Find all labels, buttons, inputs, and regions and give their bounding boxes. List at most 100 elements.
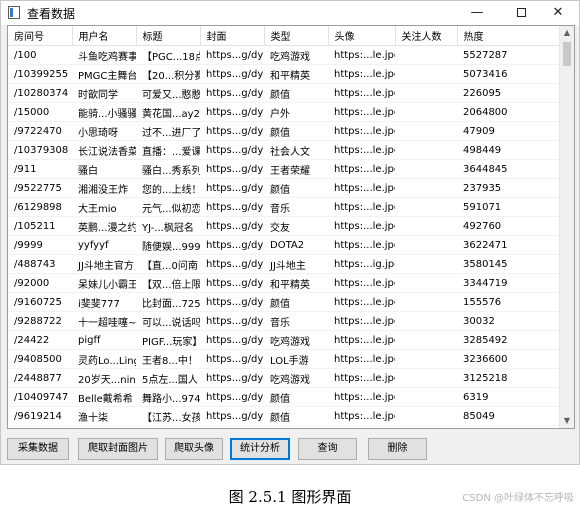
heat-cell[interactable]: 3344719 [457, 273, 561, 293]
table-row[interactable]: /9999yyfyyf随便娱...9999https...g/dy1DOTA2h… [8, 235, 561, 255]
minimize-button[interactable]: — [456, 1, 498, 25]
room-id-cell[interactable]: /100 [8, 45, 72, 65]
type-cell[interactable]: 颜值 [264, 178, 328, 198]
avatar-cell[interactable]: https:...le.jpg [328, 349, 395, 369]
followers-cell[interactable] [395, 235, 457, 255]
room-id-cell[interactable]: /6129898 [8, 197, 72, 217]
followers-cell[interactable] [395, 216, 457, 236]
table-row[interactable]: /2448877 20岁天...ning 5点左...国人 https...g/dy1… [8, 368, 561, 388]
username-cell[interactable]: pigff [72, 330, 136, 350]
scroll-down-arrow[interactable]: ▼ [560, 414, 574, 428]
column-header-heat[interactable]: 热度 [457, 26, 562, 46]
table-row[interactable]: /9619214 渔十柒 【江苏...女孩 https...g/dy1 颜值 https:… [8, 406, 561, 426]
avatar-cell[interactable]: https:...le.jpg [328, 45, 395, 65]
type-cell[interactable]: 颜值 [264, 83, 328, 103]
type-cell[interactable]: 颜值 [264, 121, 328, 141]
table-row[interactable]: /10379308 长江说法香菜 直播：...爱课 https...g/dy1 社会人文… [8, 140, 561, 160]
room-id-cell[interactable]: /10409747 [8, 387, 72, 407]
room-id-cell[interactable]: /24422 [8, 330, 72, 350]
avatar-cell[interactable]: https:...le.jpg [328, 330, 395, 350]
close-button[interactable]: ✕ [537, 1, 579, 25]
type-cell[interactable]: 音乐 [264, 197, 328, 217]
room-id-cell[interactable]: /9999 [8, 235, 72, 255]
username-cell[interactable]: 湘湘没王炸 [72, 178, 136, 198]
cover-cell[interactable]: https...g/dy1 [200, 45, 264, 65]
column-header-avatar[interactable]: 头像 [328, 26, 396, 46]
username-cell[interactable]: 十一超哇噻~ [72, 311, 136, 331]
room-id-cell[interactable]: /92000 [8, 273, 72, 293]
title-cell[interactable]: 随便娱...9999 [136, 235, 200, 255]
heat-cell[interactable]: 3285492 [457, 330, 561, 350]
avatar-cell[interactable]: https:...le.jpg [328, 140, 395, 160]
table-row[interactable]: /911 骚白 骚白...秀系列 https...g/dy1 王者荣耀 https:...… [8, 159, 561, 179]
heat-cell[interactable]: 3236600 [457, 349, 561, 369]
title-cell[interactable]: 【江苏...女孩 [136, 406, 200, 426]
avatar-cell[interactable]: https:...le.jpg [328, 368, 395, 388]
heat-cell[interactable]: 591071 [457, 197, 561, 217]
heat-cell[interactable]: 5527287 [457, 45, 561, 65]
username-cell[interactable]: 呆妹儿小霸王 [72, 273, 136, 293]
avatar-cell[interactable]: https:...ig.jpg [328, 254, 395, 274]
username-cell[interactable]: 能骑...小骚骚 [72, 102, 136, 122]
cover-cell[interactable]: https...g/dy1 [200, 235, 264, 255]
table-row[interactable]: /9288722 十一超哇噻~ 可以...说话吗 https...g/dy1 音乐 htt… [8, 311, 561, 331]
avatar-cell[interactable]: https:...le.jpg [328, 102, 395, 122]
username-cell[interactable]: 灵药Lo...Ling [72, 349, 136, 369]
query-button[interactable]: 查询 [298, 438, 357, 460]
delete-button[interactable]: 删除 [368, 438, 427, 460]
column-header-room-id[interactable]: 房间号 [8, 26, 73, 46]
avatar-cell[interactable]: https:...le.jpg [328, 159, 395, 179]
cover-cell[interactable]: https...g/dy1 [200, 140, 264, 160]
username-cell[interactable]: 斗鱼吃鸡赛事 [72, 45, 136, 65]
cover-cell[interactable]: https...g/dy1 [200, 425, 264, 428]
column-header-cover[interactable]: 封面 [200, 26, 265, 46]
avatar-cell[interactable]: https:...le.jpg [328, 83, 395, 103]
cover-cell[interactable]: https...g/dy1 [200, 64, 264, 84]
title-cell[interactable]: 【20...积分赛 [136, 64, 200, 84]
table-row[interactable]: /6129898 大王mio 元气...似初恋 https...g/dy1 音乐 http… [8, 197, 561, 217]
followers-cell[interactable] [395, 140, 457, 160]
followers-cell[interactable] [395, 292, 457, 312]
title-cell[interactable]: 【PGC...18点 [136, 45, 200, 65]
collect-data-button[interactable]: 采集数据 [7, 438, 69, 460]
vertical-scrollbar[interactable]: ▲ ▼ [559, 26, 574, 428]
cover-cell[interactable]: https...g/dy1 [200, 254, 264, 274]
room-id-cell[interactable]: /288016 [8, 425, 72, 428]
followers-cell[interactable] [395, 273, 457, 293]
title-cell[interactable]: 可以...说话吗 [136, 311, 200, 331]
heat-cell[interactable]: 492760 [457, 216, 561, 236]
avatar-cell[interactable]: https:...le.jpg [328, 292, 395, 312]
table-row[interactable]: /488743 JJ斗地主官方 【直...0问南 https...g/dy1 JJ斗地主… [8, 254, 561, 274]
cover-cell[interactable]: https...g/dy1 [200, 292, 264, 312]
type-cell[interactable]: 吃鸡游戏 [264, 330, 328, 350]
username-cell[interactable]: i斐斐777 [72, 292, 136, 312]
type-cell[interactable]: 和平精英 [264, 273, 328, 293]
cover-cell[interactable]: https...g/dy1 [200, 311, 264, 331]
heat-cell[interactable]: 3580145 [457, 254, 561, 274]
avatar-cell[interactable]: https:...le.jpg [328, 121, 395, 141]
title-cell[interactable]: 5点左...国人 [136, 368, 200, 388]
cover-cell[interactable]: https...g/dy1 [200, 178, 264, 198]
room-id-cell[interactable]: /15000 [8, 102, 72, 122]
type-cell[interactable]: 和平精英 [264, 64, 328, 84]
type-cell[interactable]: JJ斗地主 [264, 254, 328, 274]
followers-cell[interactable] [395, 330, 457, 350]
table-row[interactable]: /9160725 i斐斐777 比封面...725 https...g/dy1 颜值 ht… [8, 292, 561, 312]
statistics-button[interactable]: 统计分析 [230, 438, 290, 460]
table-row[interactable]: /9522775 湘湘没王炸 您的...上线！ https...g/dy1 颜值 http… [8, 178, 561, 198]
type-cell[interactable]: 吃鸡游戏 [264, 368, 328, 388]
room-id-cell[interactable]: /10399255 [8, 64, 72, 84]
data-table-view[interactable]: 房间号 用户名 标题 封面 类型 头像 关注人数 热度 /100 斗鱼吃鸡赛事 【P… [7, 25, 575, 429]
heat-cell[interactable]: 2064800 [457, 102, 561, 122]
column-header-username[interactable]: 用户名 [72, 26, 137, 46]
type-cell[interactable]: 英雄联盟 [264, 425, 328, 428]
followers-cell[interactable] [395, 83, 457, 103]
followers-cell[interactable] [395, 102, 457, 122]
column-header-title[interactable]: 标题 [136, 26, 201, 46]
crawl-avatars-button[interactable]: 爬取头像 [165, 438, 223, 460]
cover-cell[interactable]: https...g/dy1 [200, 330, 264, 350]
type-cell[interactable]: DOTA2 [264, 235, 328, 255]
type-cell[interactable]: LOL手游 [264, 349, 328, 369]
maximize-button[interactable] [500, 1, 542, 25]
followers-cell[interactable] [395, 349, 457, 369]
